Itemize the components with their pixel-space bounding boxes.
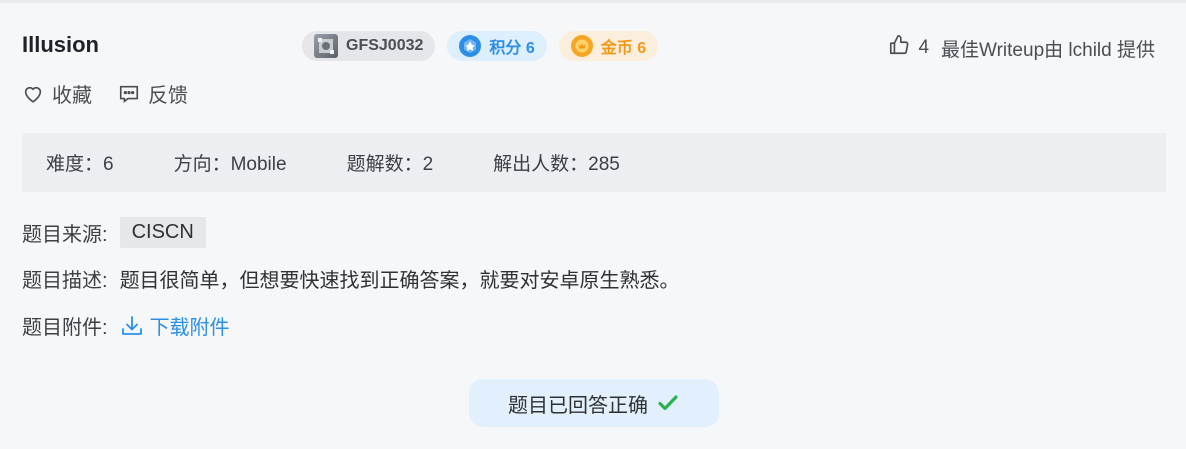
writeup-info: 4 最佳Writeup由 lchild 提供 bbox=[888, 34, 1155, 62]
solves-stat: 题解数：2 bbox=[346, 154, 434, 175]
top-divider bbox=[0, 0, 1186, 3]
download-label: 下载附件 bbox=[149, 317, 230, 339]
download-icon bbox=[121, 315, 142, 335]
hexagon-score-icon bbox=[459, 35, 482, 57]
source-row: 题目来源: CISCN bbox=[22, 217, 206, 248]
description-label: 题目描述: bbox=[22, 270, 108, 292]
source-tag: CISCN bbox=[119, 217, 206, 248]
feedback-button[interactable]: 反馈 bbox=[118, 79, 188, 108]
message-icon bbox=[119, 85, 139, 103]
action-bar: 收藏 反馈 bbox=[22, 79, 214, 108]
badge-group: GFSJ0032 积分 6 金币 6 bbox=[302, 31, 659, 61]
attachment-label: 题目附件: bbox=[22, 317, 108, 339]
direction-stat: 方向：Mobile bbox=[173, 154, 287, 175]
challenge-id-text: GFSJ0032 bbox=[346, 37, 424, 54]
thumbs-up-icon[interactable] bbox=[888, 34, 910, 62]
solvers-stat: 解出人数：285 bbox=[493, 154, 620, 175]
challenge-title: Illusion bbox=[22, 32, 99, 57]
stats-bar: 难度：6 方向：Mobile 题解数：2 解出人数：285 bbox=[22, 133, 1166, 192]
attachment-row: 题目附件: 下载附件 bbox=[22, 311, 230, 340]
gold-coin-icon bbox=[570, 35, 593, 57]
download-link[interactable]: 下载附件 bbox=[120, 311, 230, 340]
source-label: 题目来源: bbox=[22, 224, 108, 246]
description-row: 题目描述: 题目很简单，但想要快速找到正确答案，就要对安卓原生熟悉。 bbox=[22, 264, 680, 293]
best-writeup-text[interactable]: 最佳Writeup由 lchild 提供 bbox=[941, 35, 1155, 62]
gold-text: 金币 6 bbox=[600, 40, 647, 57]
challenge-id-badge: GFSJ0032 bbox=[302, 31, 436, 61]
solved-status-button[interactable]: 题目已回答正确 bbox=[469, 379, 719, 427]
checkmark-icon bbox=[658, 395, 678, 411]
solved-label: 题目已回答正确 bbox=[508, 394, 648, 417]
score-badge: 积分 6 bbox=[447, 31, 547, 61]
favorite-button[interactable]: 收藏 bbox=[22, 79, 92, 108]
like-count: 4 bbox=[918, 37, 930, 58]
favorite-label: 收藏 bbox=[52, 85, 92, 107]
score-text: 积分 6 bbox=[489, 40, 535, 57]
feedback-label: 反馈 bbox=[148, 85, 188, 107]
heart-icon bbox=[24, 86, 42, 103]
difficulty-stat: 难度：6 bbox=[46, 154, 114, 175]
challenge-avatar-icon bbox=[314, 34, 338, 58]
gold-badge: 金币 6 bbox=[558, 31, 659, 61]
description-text: 题目很简单，但想要快速找到正确答案，就要对安卓原生熟悉。 bbox=[119, 270, 680, 292]
